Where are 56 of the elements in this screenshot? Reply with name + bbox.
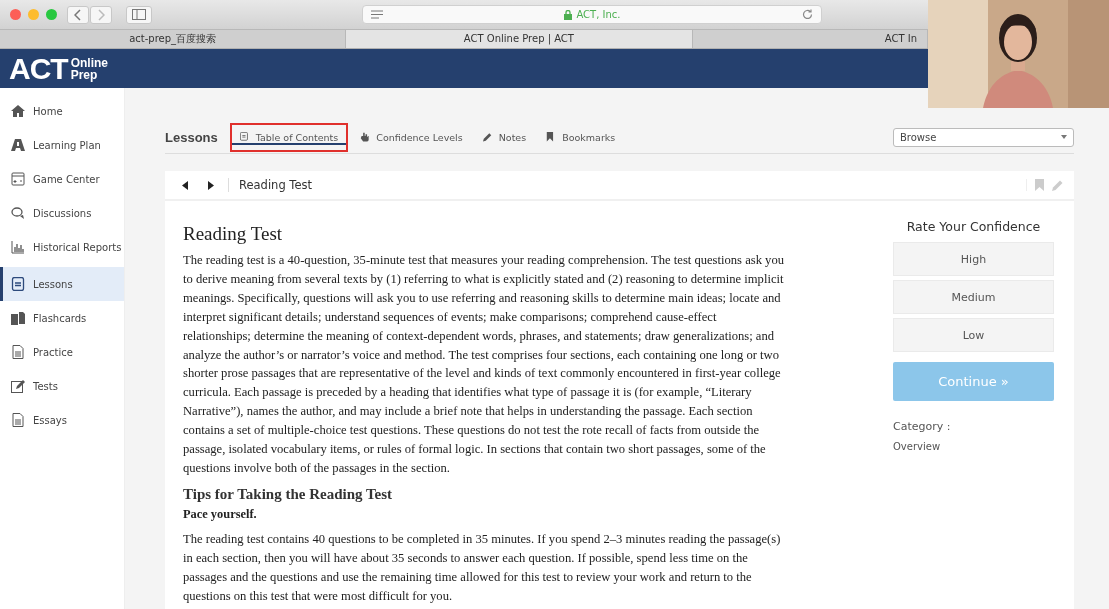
- sidebar-item[interactable]: Tests: [0, 369, 124, 403]
- lessons-tab[interactable]: Table of Contents: [229, 122, 349, 152]
- sidebar-item[interactable]: Flashcards: [0, 301, 124, 335]
- bar-chart-icon: [11, 240, 25, 254]
- lessons-tab[interactable]: Bookmarks: [538, 122, 624, 152]
- sidebar-icon: [132, 9, 146, 20]
- sidebar-item[interactable]: Learning Plan: [0, 128, 124, 162]
- sidebar-item[interactable]: Historical Reports: [0, 230, 124, 264]
- document-icon: [11, 345, 25, 359]
- category-label: Category :: [893, 420, 952, 433]
- sidebar-item[interactable]: Practice: [0, 335, 124, 369]
- document-icon: [239, 131, 251, 143]
- reader-icon[interactable]: [371, 10, 383, 19]
- confidence-option[interactable]: Low: [893, 318, 1054, 352]
- cards-icon: [11, 311, 25, 325]
- caret-icon: [1061, 135, 1067, 139]
- triangle-right-icon: [208, 180, 214, 190]
- confidence-option[interactable]: High: [893, 242, 1054, 276]
- chevron-right-icon: [97, 8, 105, 21]
- sidebar-item[interactable]: Essays: [0, 403, 124, 437]
- forward-button[interactable]: [90, 5, 112, 24]
- sidebar-toggle-button[interactable]: [126, 5, 152, 24]
- browse-dropdown[interactable]: Browse: [893, 127, 1074, 147]
- lessons-tab[interactable]: Confidence Levels: [352, 122, 471, 152]
- section-title: Lessons: [165, 129, 218, 145]
- game-icon: [11, 172, 25, 186]
- lesson-heading: Reading Test: [183, 223, 284, 245]
- browser-tab[interactable]: ACT Online Prep | ACT: [346, 30, 693, 48]
- paragraph: The reading test contains 40 questions to be completed in 35 minutes. If you spend 2–3 minutes reading the passage(s) in each section, then you will have about 35 seconds to answer each question. If possible, spend less time on the passages and the questions and use the remaining time allowed for this test to review your work and return to the questions on this test that were most difficult for you.: [183, 530, 782, 605]
- triangle-left-icon: [182, 180, 188, 190]
- sidebar-item[interactable]: Lessons: [0, 267, 124, 301]
- lessons-tab[interactable]: Notes: [474, 122, 535, 152]
- address-text: ACT, Inc.: [576, 9, 621, 20]
- close-button[interactable]: [10, 9, 21, 20]
- pencil-icon: [482, 131, 494, 143]
- chat-bubble-icon: [11, 206, 25, 220]
- subheading: Tips for Taking the Reading Test: [183, 485, 394, 503]
- sidebar-item[interactable]: Game Center: [0, 162, 124, 196]
- category-value: Overview: [893, 441, 942, 452]
- hand-icon: [360, 131, 372, 143]
- reload-icon[interactable]: [802, 9, 813, 20]
- paragraph: The reading test is a 40-question, 35-minute test that measures your reading comprehension. The test questions ask you to derive meaning from several texts by (1) referring to what is explicitly stated and (2) reasoning to determine implicit meanings. Specifically, questions will ask you to use referring and reasoning skills to determine main ideas; locate and interpret significant details; understand sequences of events; make comparisons; comprehend cause-effect relationships; determine the meaning of context-dependent words, phrases, and statements; draw generalizations; and analyze the author’s or narrator’s voice and method. The test comprises four sections, each containing one long or two shorter prose passages that are representative of the level and kinds of text commonly encountered in first-year college curricula. Each passage is preceded by a heading that identifies what type of passage it is (for example, “Literary Narrative”), names the author, and may include a brief note that helps in understanding the passage. Each section contains a set of multiple-choice test questions. These questions do not test the rote recall of facts from outside the passage, isolated vocabulary items, or rules of formal logic. In sections that contain two short passages, some of the questions involve both of the passages in the section.: [183, 252, 784, 477]
- panel-title: Rate Your Confidence: [905, 219, 1042, 234]
- tip-heading: Pace yourself.: [183, 506, 258, 522]
- lock-icon: [564, 9, 573, 20]
- back-button[interactable]: [67, 5, 89, 24]
- home-icon: [11, 104, 25, 118]
- edit-icon: [11, 379, 25, 393]
- chevron-left-icon: [74, 8, 82, 21]
- confidence-option[interactable]: Medium: [893, 280, 1054, 314]
- sidebar-item[interactable]: Discussions: [0, 196, 124, 230]
- zoom-button[interactable]: [46, 9, 57, 20]
- document-icon: [11, 413, 25, 427]
- sidebar-item[interactable]: Home: [0, 94, 124, 128]
- document-icon: [11, 277, 25, 291]
- lesson-title: Reading Test: [228, 178, 312, 192]
